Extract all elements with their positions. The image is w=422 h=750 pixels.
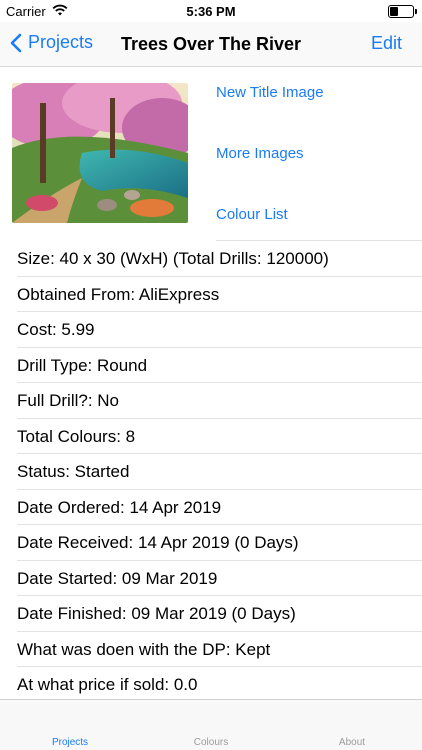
battery-icon bbox=[388, 5, 417, 18]
list-item: Obtained From: AliExpress bbox=[0, 277, 422, 312]
project-header: New Title Image More Images Colour List bbox=[0, 66, 422, 240]
edit-button[interactable]: Edit bbox=[371, 33, 402, 54]
more-images-link[interactable]: More Images bbox=[216, 145, 304, 162]
title-image[interactable] bbox=[12, 83, 188, 223]
list-item: Total Colours: 8 bbox=[0, 419, 422, 454]
tab-bar: Projects Colours About bbox=[0, 699, 422, 750]
list-item: Size: 40 x 30 (WxH) (Total Drills: 12000… bbox=[0, 241, 422, 277]
list-item: Date Started: 09 Mar 2019 bbox=[0, 561, 422, 596]
project-details-list: Size: 40 x 30 (WxH) (Total Drills: 12000… bbox=[0, 241, 422, 703]
page-title: Trees Over The River bbox=[120, 34, 302, 54]
navigation-bar: Projects Trees Over The River Edit bbox=[0, 22, 422, 67]
list-item: At what price if sold: 0.0 bbox=[17, 675, 198, 694]
list-item: Drill Type: Round bbox=[0, 348, 422, 383]
list-item: Status: Started bbox=[0, 454, 422, 490]
tab-about[interactable]: About bbox=[282, 737, 422, 748]
list-item: What was doen with the DP: Kept bbox=[0, 632, 422, 667]
tab-projects[interactable]: Projects bbox=[0, 737, 140, 748]
list-item: Cost: 5.99 bbox=[0, 312, 422, 348]
list-item: Date Finished: 09 Mar 2019 (0 Days) bbox=[0, 596, 422, 632]
colour-list-link[interactable]: Colour List bbox=[216, 206, 288, 223]
status-bar: Carrier 5:36 PM bbox=[0, 0, 422, 22]
tab-colours[interactable]: Colours bbox=[141, 737, 281, 748]
new-title-image-link[interactable]: New Title Image bbox=[216, 84, 324, 101]
list-item: Date Received: 14 Apr 2019 (0 Days) bbox=[0, 525, 422, 561]
list-item: Date Ordered: 14 Apr 2019 bbox=[0, 490, 422, 525]
list-item: Full Drill?: No bbox=[0, 383, 422, 419]
clock: 5:36 PM bbox=[186, 4, 236, 19]
